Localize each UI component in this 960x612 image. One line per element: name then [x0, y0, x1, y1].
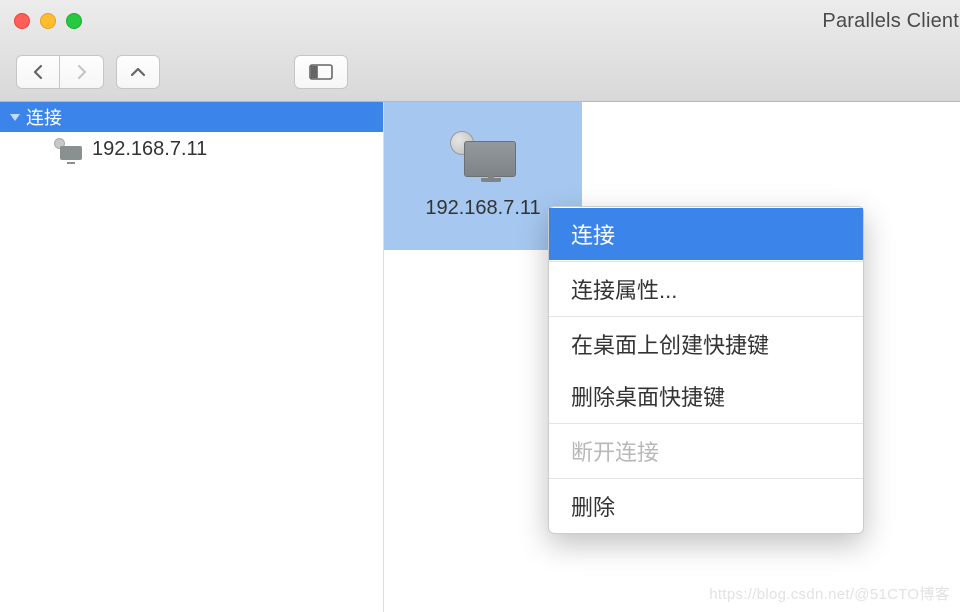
menu-separator — [549, 261, 863, 262]
menu-separator — [549, 423, 863, 424]
menu-item-connect[interactable]: 连接 — [549, 208, 863, 260]
sidebar-header-connections[interactable]: 连接 — [0, 102, 383, 132]
back-button[interactable] — [16, 55, 60, 89]
sidebar-header-label: 连接 — [26, 104, 62, 130]
menu-item-remove-desktop-shortcut[interactable]: 删除桌面快捷键 — [549, 370, 863, 422]
menu-item-disconnect: 断开连接 — [549, 425, 863, 477]
watermark: https://blog.csdn.net/@51CTO博客 — [709, 583, 950, 604]
maximize-window-button[interactable] — [66, 13, 82, 29]
menu-separator — [549, 316, 863, 317]
context-menu: 连接 连接属性... 在桌面上创建快捷键 删除桌面快捷键 断开连接 删除 — [548, 206, 864, 534]
toggle-sidebar-button[interactable] — [294, 55, 348, 89]
menu-item-connection-properties[interactable]: 连接属性... — [549, 263, 863, 315]
chevron-up-icon — [130, 66, 146, 78]
menu-item-create-desktop-shortcut[interactable]: 在桌面上创建快捷键 — [549, 318, 863, 370]
toolbar — [0, 42, 960, 102]
sidebar-item-connection[interactable]: 192.168.7.11 — [0, 132, 383, 167]
sidebar: 连接 192.168.7.11 — [0, 102, 384, 612]
sidebar-panel-icon — [309, 64, 333, 80]
chevron-right-icon — [76, 64, 88, 80]
app-title: Parallels Client — [822, 0, 960, 42]
close-window-button[interactable] — [14, 13, 30, 29]
titlebar: Parallels Client — [0, 0, 960, 42]
sidebar-item-label: 192.168.7.11 — [92, 138, 207, 161]
connection-tile-label: 192.168.7.11 — [425, 197, 540, 220]
menu-separator — [549, 478, 863, 479]
menu-item-delete[interactable]: 删除 — [549, 480, 863, 532]
nav-buttons — [16, 55, 104, 89]
rdp-connection-icon — [450, 133, 516, 181]
minimize-window-button[interactable] — [40, 13, 56, 29]
chevron-left-icon — [32, 64, 44, 80]
disclosure-triangle-icon — [10, 114, 20, 121]
forward-button[interactable] — [60, 55, 104, 89]
up-button[interactable] — [116, 55, 160, 89]
rdp-connection-icon — [54, 140, 82, 160]
window-controls — [14, 13, 82, 29]
